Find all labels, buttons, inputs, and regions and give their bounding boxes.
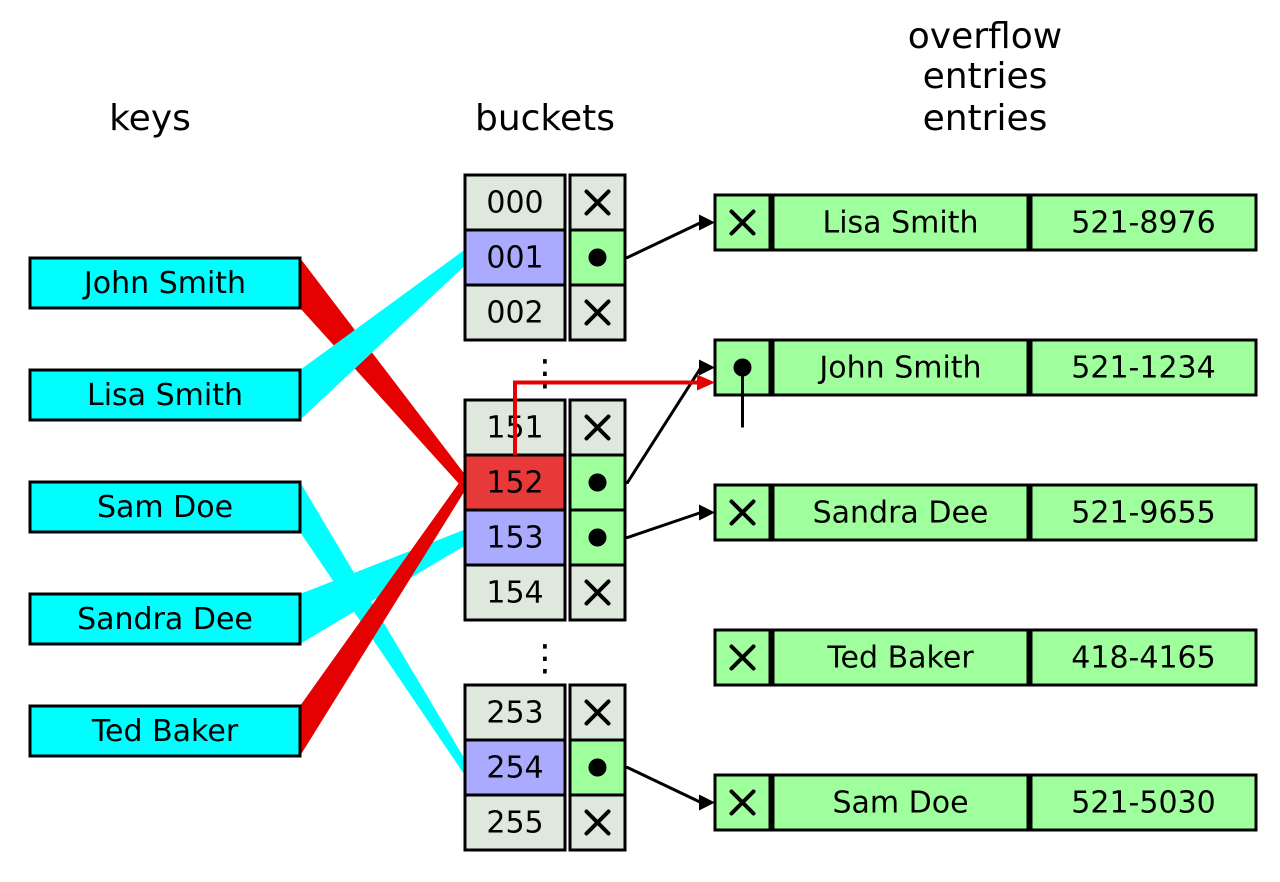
entry-phone: 521-8976 bbox=[1071, 206, 1215, 241]
entry-name: Sandra Dee bbox=[813, 496, 989, 531]
header-overflow-line2: entries bbox=[923, 56, 1048, 97]
bucket-index: 000 bbox=[486, 186, 543, 221]
vdots-1: ⋮ bbox=[527, 353, 563, 394]
bucket-index: 153 bbox=[486, 521, 543, 556]
keys-column: John Smith Lisa Smith Sam Doe Sandra Dee Ted… bbox=[30, 258, 300, 756]
entry-name: Lisa Smith bbox=[823, 206, 979, 241]
ptr-dot-icon bbox=[589, 474, 607, 492]
bucket-index: 001 bbox=[486, 241, 543, 276]
arrowhead-icon bbox=[699, 505, 715, 521]
bucket-index: 152 bbox=[486, 466, 543, 501]
bucket-index: 154 bbox=[486, 576, 543, 611]
header-buckets: buckets bbox=[475, 98, 615, 139]
vdots-2: ⋮ bbox=[527, 638, 563, 679]
entry-phone: 521-5030 bbox=[1071, 786, 1215, 821]
key-label: Ted Baker bbox=[91, 714, 239, 749]
key-label: Sandra Dee bbox=[77, 602, 253, 637]
entry-phone: 521-1234 bbox=[1071, 351, 1215, 386]
arrowhead-icon bbox=[699, 795, 715, 811]
arrowhead-icon bbox=[699, 215, 715, 231]
arrows-key-to-bucket bbox=[300, 250, 465, 776]
key-label: John Smith bbox=[82, 266, 246, 301]
key-label: Sam Doe bbox=[97, 490, 233, 525]
buckets-column: 000001002151152153154253254255 bbox=[465, 175, 625, 850]
entries-column: Lisa Smith 521-8976 John Smith 521-1234 Sand… bbox=[715, 195, 1256, 830]
header-entries: entries bbox=[923, 98, 1048, 139]
arrowhead-icon bbox=[699, 360, 715, 376]
bucket-index: 253 bbox=[486, 696, 543, 731]
bucket-index: 255 bbox=[486, 806, 543, 841]
ptr-dot-icon bbox=[589, 529, 607, 547]
header-keys: keys bbox=[109, 98, 191, 139]
ptr-dot-icon bbox=[589, 759, 607, 777]
entry-phone: 521-9655 bbox=[1071, 496, 1215, 531]
entry-name: John Smith bbox=[817, 351, 981, 386]
entry-phone: 418-4165 bbox=[1071, 641, 1215, 676]
bucket-index: 254 bbox=[486, 751, 543, 786]
ptr-dot-icon bbox=[589, 249, 607, 267]
bucket-index: 002 bbox=[486, 296, 543, 331]
key-label: Lisa Smith bbox=[87, 378, 243, 413]
header-overflow-line1: overflow bbox=[908, 16, 1062, 57]
entry-name: Ted Baker bbox=[826, 641, 974, 676]
arrowhead-icon bbox=[697, 375, 715, 391]
entry-name: Sam Doe bbox=[832, 786, 968, 821]
